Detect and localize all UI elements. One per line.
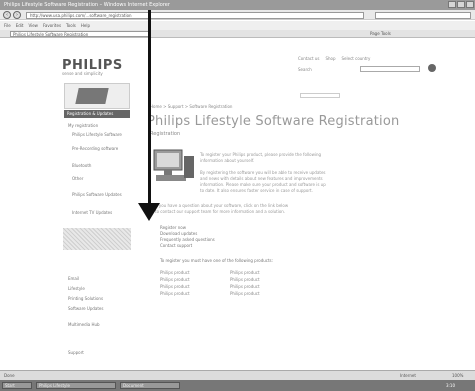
sidebar-item[interactable]: My registration: [68, 123, 98, 128]
promo-box: [300, 93, 340, 98]
product-cell[interactable]: Philips product: [230, 270, 260, 275]
tagline: sense and simplicity: [62, 71, 103, 76]
top-links: Contact us Shop Select country: [298, 56, 376, 61]
menu-item[interactable]: Help: [81, 23, 90, 28]
minimize-button[interactable]: [448, 1, 456, 8]
link-support[interactable]: Contact support: [160, 243, 192, 248]
intro-text: To register your Philips product, please…: [200, 152, 322, 157]
sidebar-item[interactable]: Pre-Recording software: [72, 146, 118, 151]
menu-item[interactable]: Edit: [16, 23, 24, 28]
maximize-button[interactable]: [457, 1, 465, 8]
site-search-input[interactable]: [360, 66, 420, 72]
sidebar-item[interactable]: Software Updates: [68, 306, 103, 311]
sidebar-item[interactable]: Support: [68, 350, 84, 355]
search-go-button[interactable]: [428, 64, 436, 72]
intro-text: information about yourself.: [200, 158, 255, 163]
sidebar-item[interactable]: Email: [68, 276, 79, 281]
menu-item[interactable]: View: [28, 23, 38, 28]
taskbar-item[interactable]: Document: [120, 382, 180, 389]
product-cell[interactable]: Philips product: [160, 277, 190, 282]
browser-search-input[interactable]: [375, 12, 471, 19]
status-bar: Done Internet 100%: [0, 370, 475, 380]
body-text: to contact our support team for more inf…: [155, 209, 286, 214]
sidebar-image: [63, 228, 131, 250]
product-cell[interactable]: Philips product: [160, 284, 190, 289]
menu-item[interactable]: Favorites: [43, 23, 61, 28]
sidebar-title: Registration & Updates: [64, 110, 130, 118]
body-text: information. Please make sure your produ…: [200, 182, 326, 187]
link-faq[interactable]: Frequently asked questions: [160, 237, 215, 242]
annotation-arrow-icon: [138, 203, 160, 221]
product-cell[interactable]: Philips product: [230, 291, 260, 296]
product-cell[interactable]: Philips product: [160, 291, 190, 296]
body-text: and news with details about new features…: [200, 176, 323, 181]
sidebar-item[interactable]: Philips Software Updates: [72, 192, 122, 197]
book-icon: [75, 88, 109, 104]
window-title: Philips Lifestyle Software Registration …: [4, 2, 170, 8]
menu-item[interactable]: File: [4, 23, 11, 28]
body-text: If you have a question about your softwa…: [155, 203, 289, 208]
address-input[interactable]: http://www.usa.philips.com/...software_r…: [26, 12, 364, 19]
sidebar-item[interactable]: Printing Solutions: [68, 296, 103, 301]
product-cell[interactable]: Philips product: [160, 270, 190, 275]
sidebar-item[interactable]: Bluetooth: [72, 163, 91, 168]
top-link[interactable]: Select country: [342, 56, 371, 61]
menu-item[interactable]: Tools: [66, 23, 76, 28]
start-button[interactable]: Start: [2, 382, 32, 389]
top-link[interactable]: Shop: [325, 56, 335, 61]
body-text: to date. It also ensures faster service …: [200, 188, 313, 193]
menu-bar: File Edit View Favorites Tools Help: [0, 21, 475, 30]
search-label: Search: [298, 67, 312, 72]
link-register[interactable]: Register now: [160, 225, 186, 230]
window-titlebar: Philips Lifestyle Software Registration …: [0, 0, 475, 10]
body-text: By registering the software you will be …: [200, 170, 326, 175]
toolbar-tools[interactable]: Page Tools: [370, 30, 391, 38]
top-link[interactable]: Contact us: [298, 56, 319, 61]
status-text: Done: [4, 373, 15, 378]
header-image: [64, 83, 130, 109]
taskbar-item[interactable]: Philips Lifestyle: [36, 382, 116, 389]
page-title: Philips Lifestyle Software Registration: [147, 114, 400, 129]
sidebar-item[interactable]: Internet TV Updates: [72, 210, 112, 215]
annotation-arrow-shaft: [148, 10, 151, 215]
breadcrumb: Home > Support > Software Registration: [150, 104, 233, 109]
sidebar-item[interactable]: Lifestyle: [68, 286, 85, 291]
sidebar-item[interactable]: Philips Lifestyle Software: [72, 132, 122, 137]
browser-tab[interactable]: Philips Lifestyle Software Registration: [10, 31, 150, 37]
page-subtitle: Registration: [150, 131, 181, 137]
link-download[interactable]: Download updates: [160, 231, 197, 236]
products-label: To register you must have one of the fol…: [160, 258, 273, 263]
product-cell[interactable]: Philips product: [230, 277, 260, 282]
forward-icon[interactable]: ›: [13, 11, 21, 19]
product-cell[interactable]: Philips product: [230, 284, 260, 289]
clock: 3:10: [446, 383, 455, 388]
close-button[interactable]: [466, 1, 474, 8]
sidebar-item[interactable]: Multimedia Hub: [68, 322, 100, 327]
back-icon[interactable]: ‹: [3, 11, 11, 19]
sidebar-item[interactable]: Other: [72, 176, 83, 181]
computer-icon: [153, 149, 194, 181]
